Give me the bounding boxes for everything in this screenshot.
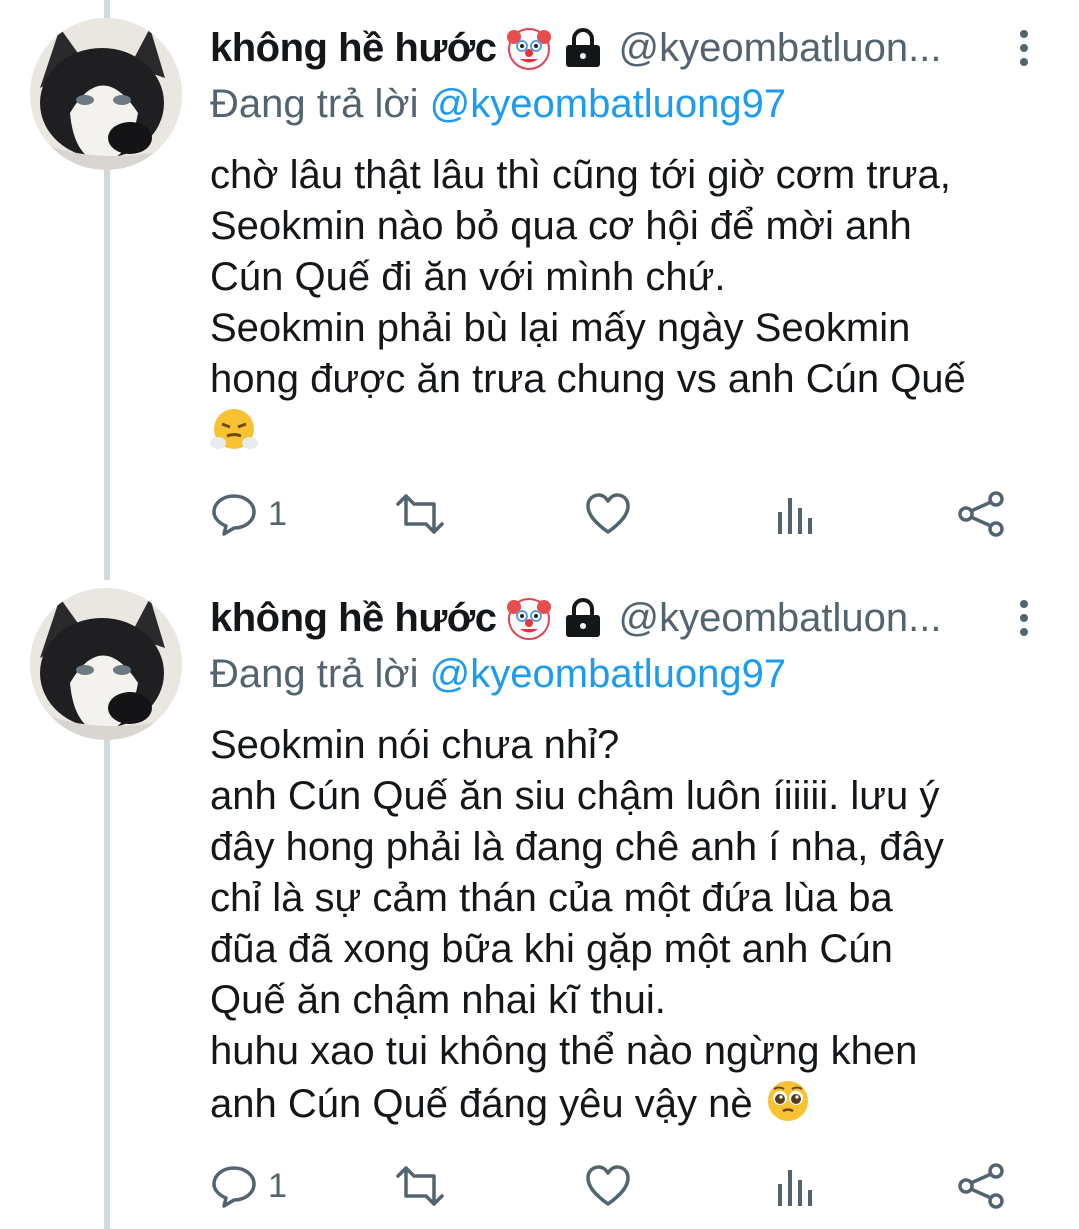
replying-to: Đang trả lời @kyeombatluong97: [210, 82, 786, 127]
lock-icon: [566, 28, 601, 67]
user-handle[interactable]: @kyeombatluon...: [618, 596, 989, 641]
tweet-actions: 1: [210, 1160, 1010, 1212]
replying-to: Đang trả lời @kyeombatluong97: [210, 652, 786, 697]
tweet-header: không hề hước @kyeombatluon...: [210, 18, 1039, 78]
share-icon: [958, 491, 1004, 537]
avatar[interactable]: [30, 588, 182, 740]
face-with-steam-from-nose-icon: [210, 409, 258, 449]
display-name[interactable]: không hề hước: [210, 596, 497, 641]
share-icon: [958, 1163, 1004, 1209]
retweet-button[interactable]: [392, 1160, 448, 1212]
tweet-text: Seokmin nói chưa nhỉ? anh Cún Quế ăn siu…: [210, 720, 1040, 1130]
reply-count: 1: [268, 494, 287, 533]
tweet-header: không hề hước @kyeombatluon...: [210, 588, 1039, 648]
analytics-button[interactable]: [774, 488, 818, 540]
tweet-body: Seokmin nói chưa nhỉ? anh Cún Quế ăn siu…: [210, 723, 944, 1126]
clown-face-icon: [507, 28, 552, 70]
reply-icon: [212, 494, 256, 536]
share-button[interactable]: [956, 1160, 1006, 1212]
display-name[interactable]: không hề hước: [210, 26, 497, 71]
like-button[interactable]: [584, 1160, 632, 1212]
retweet-icon: [396, 494, 444, 534]
reply-count: 1: [268, 1166, 287, 1205]
tweet[interactable]: không hề hước @kyeombatluon... Đang trả …: [0, 580, 1079, 1229]
share-button[interactable]: [956, 488, 1006, 540]
reply-button[interactable]: 1: [210, 1160, 287, 1212]
heart-icon: [586, 1165, 630, 1206]
analytics-icon: [778, 498, 812, 534]
reply-prefix: Đang trả lời: [210, 652, 419, 696]
reply-mention-link[interactable]: @kyeombatluong97: [430, 652, 786, 696]
like-button[interactable]: [584, 488, 632, 540]
heart-icon: [586, 493, 630, 534]
reply-button[interactable]: 1: [210, 488, 287, 540]
reply-prefix: Đang trả lời: [210, 82, 419, 126]
clown-face-icon: [507, 598, 552, 640]
more-vertical-icon[interactable]: [1009, 588, 1039, 648]
retweet-button[interactable]: [392, 488, 448, 540]
analytics-button[interactable]: [774, 1160, 818, 1212]
pleading-face-icon: [767, 1081, 808, 1121]
reply-mention-link[interactable]: @kyeombatluong97: [430, 82, 786, 126]
more-vertical-icon[interactable]: [1009, 18, 1039, 78]
user-handle[interactable]: @kyeombatluon...: [618, 26, 989, 71]
tweet[interactable]: không hề hước @kyeombatluon... Đang trả …: [0, 0, 1079, 580]
lock-icon: [566, 598, 601, 637]
avatar[interactable]: [30, 18, 182, 170]
tweet-text: chờ lâu thật lâu thì cũng tới giờ cơm tr…: [210, 150, 1040, 458]
tweet-actions: 1: [210, 488, 1010, 540]
analytics-icon: [778, 1170, 812, 1206]
retweet-icon: [396, 1166, 444, 1206]
reply-icon: [212, 1166, 256, 1208]
tweet-body: chờ lâu thật lâu thì cũng tới giờ cơm tr…: [210, 153, 966, 401]
